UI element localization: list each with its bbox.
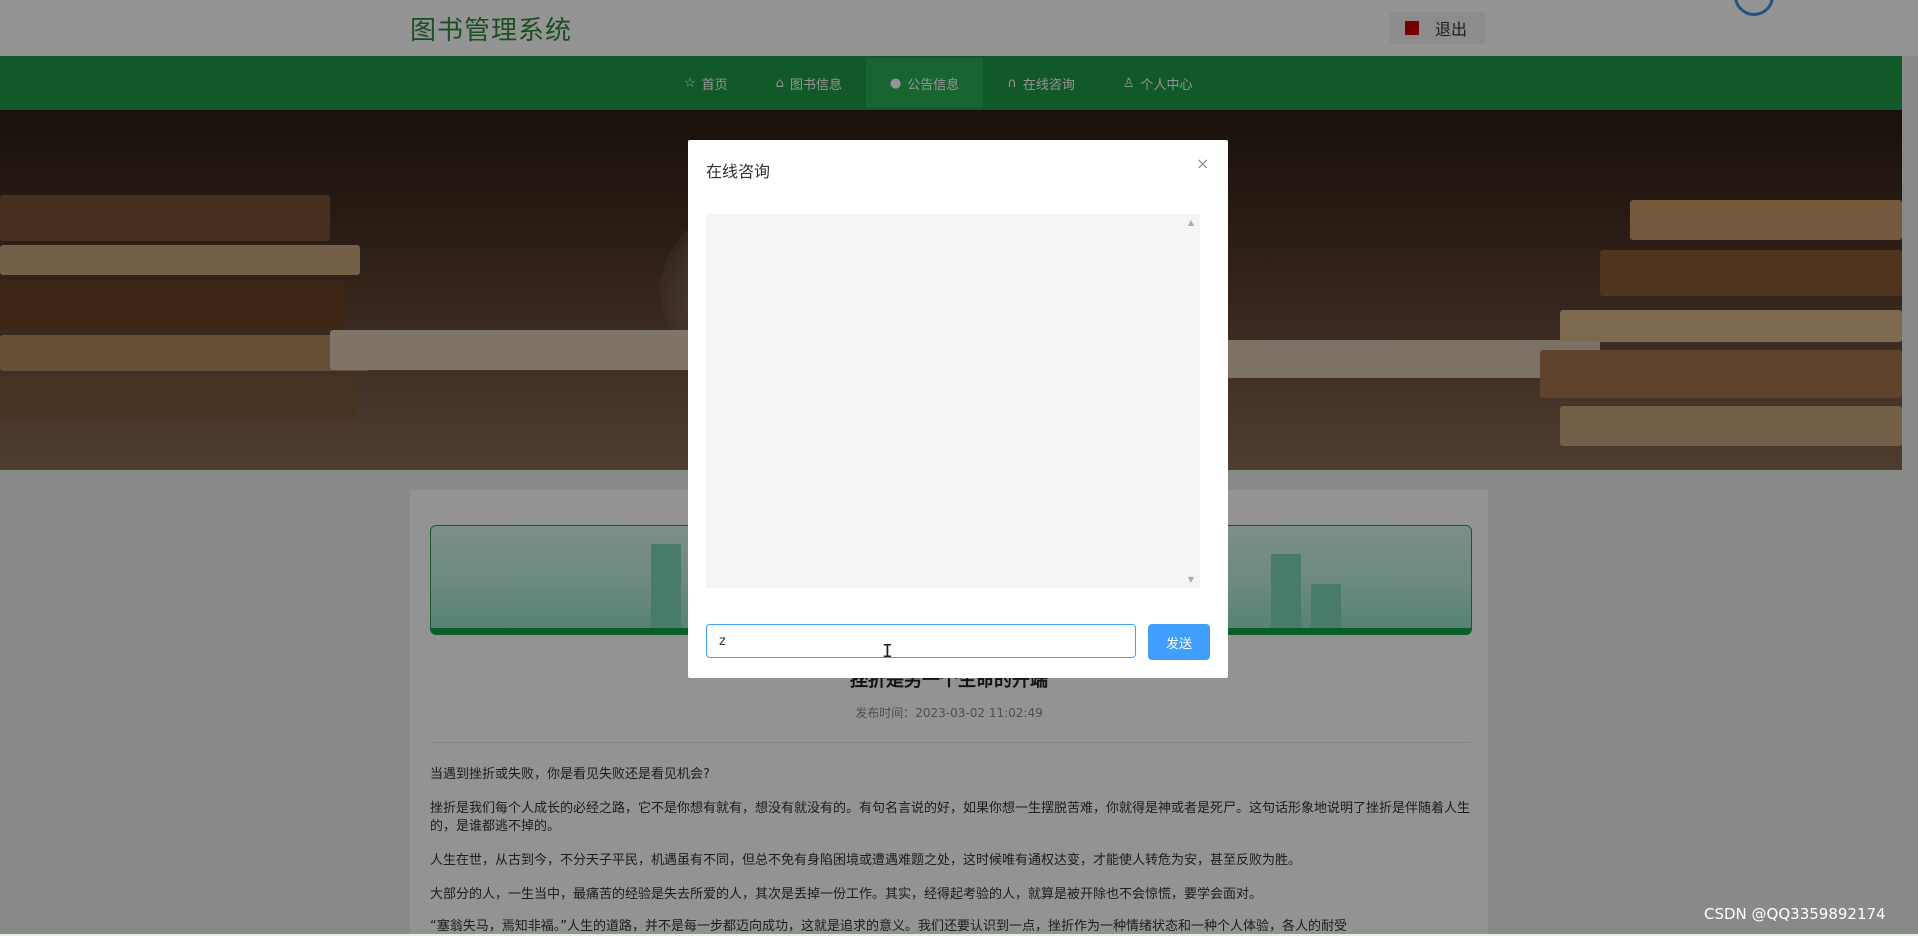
text-cursor-icon: I — [882, 641, 893, 662]
close-icon[interactable]: × — [1196, 154, 1209, 173]
scroll-down-icon[interactable]: ▼ — [1188, 575, 1194, 584]
chat-messages-area[interactable]: ▲ ▼ — [706, 214, 1200, 588]
dialog-title: 在线咨询 — [706, 162, 771, 181]
watermark: CSDN @QQ3359892174 — [1704, 905, 1886, 923]
message-input[interactable] — [706, 624, 1136, 658]
send-button[interactable]: 发送 — [1148, 624, 1210, 660]
consult-dialog: 在线咨询 × ▲ ▼ 发送 — [688, 140, 1228, 678]
scroll-up-icon[interactable]: ▲ — [1188, 218, 1194, 227]
